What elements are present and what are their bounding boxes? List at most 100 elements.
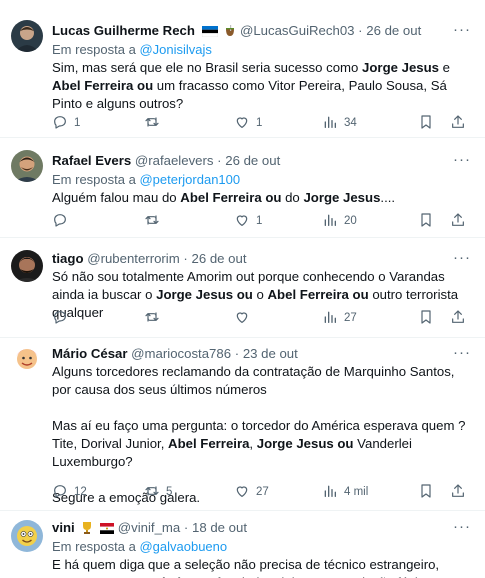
tweet-header: Mário César @mariocosta786 · 23 de out [52, 345, 475, 362]
reply-button[interactable]: 12 [52, 483, 87, 501]
retweet-icon [144, 483, 160, 502]
tweet-date[interactable]: 26 de out [225, 153, 280, 168]
bookmark-icon [418, 114, 434, 133]
like-button[interactable]: 1 [234, 212, 262, 230]
separator: · [183, 520, 189, 535]
text-run: E há quem diga que a seleção não precisa… [52, 557, 443, 572]
bookmark-button[interactable] [418, 309, 434, 327]
mate-cup-icon [226, 25, 235, 36]
tweet-date[interactable]: 23 de out [243, 346, 298, 361]
author-handle[interactable]: @LucasGuiRech03 [240, 23, 355, 38]
highlighted-text: Abel Ferreira ou [52, 78, 154, 93]
bookmark-icon [418, 309, 434, 328]
text-run: Sim, mas será que ele no Brasil seria su… [52, 60, 363, 75]
egypt-flag-icon [100, 523, 115, 534]
reply-prefix: Em resposta a [52, 539, 136, 554]
reply-context: Em resposta a @galvaobueno [52, 538, 475, 555]
separator: · [183, 251, 188, 266]
bookmark-icon [418, 212, 434, 231]
reply-to-link[interactable]: @Jonisilvajs [139, 42, 211, 57]
tweet-actions: 1 1 34 [52, 114, 475, 132]
views-button[interactable]: 4 mil [322, 483, 368, 501]
retweet-button[interactable] [144, 114, 166, 132]
reply-to-link[interactable]: @galvaobueno [139, 539, 227, 554]
views-count: 34 [344, 117, 357, 129]
avatar[interactable] [11, 250, 43, 282]
heart-icon [234, 483, 250, 502]
author-handle[interactable]: @rafaelevers [135, 153, 214, 168]
tweet-text: Sim, mas será que ele no Brasil seria su… [52, 59, 475, 113]
retweet-count: 5 [166, 486, 173, 498]
avatar[interactable] [11, 344, 43, 376]
heart-icon [234, 309, 250, 328]
reply-button[interactable]: 1 [52, 114, 80, 132]
views-count: 27 [344, 312, 357, 324]
more-options-icon[interactable]: ··· [453, 250, 471, 265]
reply-icon [52, 212, 68, 231]
tweet-date[interactable]: 26 de out [191, 251, 246, 266]
like-count: 27 [256, 486, 269, 498]
author-handle[interactable]: @vinif_ma [118, 520, 181, 535]
author-handle[interactable]: @mariocosta786 [131, 346, 231, 361]
tweet-header: Rafael Evers @rafaelevers · 26 de out [52, 152, 475, 169]
author-name[interactable]: Lucas Guilherme Rech [52, 23, 195, 38]
like-count: 1 [256, 117, 263, 129]
reply-prefix: Em resposta a [52, 172, 136, 187]
like-button[interactable] [234, 309, 256, 327]
reply-button[interactable] [52, 212, 74, 230]
reply-context: Em resposta a @Jonisilvajs [52, 41, 475, 58]
tweet[interactable]: vini @vinif_ma · 18 de out Em resposta a… [0, 511, 485, 578]
bookmark-button[interactable] [418, 483, 434, 501]
author-name[interactable]: vini [52, 520, 75, 535]
reply-button[interactable] [52, 309, 74, 327]
like-button[interactable]: 1 [234, 114, 262, 132]
avatar[interactable] [11, 20, 43, 52]
like-button[interactable]: 27 [234, 483, 269, 501]
views-button[interactable]: 27 [322, 309, 357, 327]
text-run: e [439, 60, 454, 75]
bookmark-button[interactable] [418, 114, 434, 132]
tweet[interactable]: tiago @rubenterrorim · 26 de out Só não … [0, 238, 485, 338]
author-name[interactable]: tiago [52, 251, 84, 266]
reply-to-link[interactable]: @peterjordan100 [139, 172, 240, 187]
tweet[interactable]: Mário César @mariocosta786 · 23 de out A… [0, 338, 485, 511]
more-options-icon[interactable]: ··· [453, 345, 471, 360]
author-handle[interactable]: @rubenterrorim [87, 251, 180, 266]
share-button[interactable] [450, 483, 466, 501]
retweet-button[interactable]: 5 [144, 483, 172, 501]
views-button[interactable]: 34 [322, 114, 357, 132]
tweet[interactable]: Rafael Evers @rafaelevers · 26 de out Em… [0, 138, 485, 238]
estonia-flag-icon [201, 26, 218, 37]
reply-icon [52, 114, 68, 133]
tweet-date[interactable]: 18 de out [192, 520, 247, 535]
author-name[interactable]: Mário César [52, 346, 128, 361]
text-run: , [249, 436, 257, 451]
reply-count: 12 [74, 486, 87, 498]
reply-count: 1 [74, 117, 81, 129]
text-run: o [252, 287, 268, 302]
more-options-icon[interactable]: ··· [453, 22, 471, 37]
views-icon [322, 114, 338, 133]
share-button[interactable] [450, 114, 466, 132]
share-button[interactable] [450, 212, 466, 230]
tweet-date[interactable]: 26 de out [366, 23, 421, 38]
highlighted-text: Jorge Jesus ou [156, 287, 253, 302]
timeline-feed: Lucas Guilherme Rech @LucasGuiRech03 · 2… [0, 0, 485, 578]
retweet-button[interactable] [144, 309, 166, 327]
retweet-button[interactable] [144, 212, 166, 230]
share-button[interactable] [450, 309, 466, 327]
highlighted-text: Jorge Jesus [303, 190, 381, 205]
text-run: do [281, 190, 304, 205]
more-options-icon[interactable]: ··· [453, 519, 471, 534]
reply-context: Em resposta a @peterjordan100 [52, 171, 475, 188]
views-icon [322, 309, 338, 328]
like-count: 1 [256, 215, 263, 227]
avatar[interactable] [11, 150, 43, 182]
views-button[interactable]: 20 [322, 212, 357, 230]
bookmark-button[interactable] [418, 212, 434, 230]
avatar[interactable] [11, 520, 43, 552]
more-options-icon[interactable]: ··· [453, 152, 471, 167]
tweet[interactable]: Lucas Guilherme Rech @LucasGuiRech03 · 2… [0, 0, 485, 138]
author-name[interactable]: Rafael Evers [52, 153, 131, 168]
retweet-icon [144, 114, 160, 133]
